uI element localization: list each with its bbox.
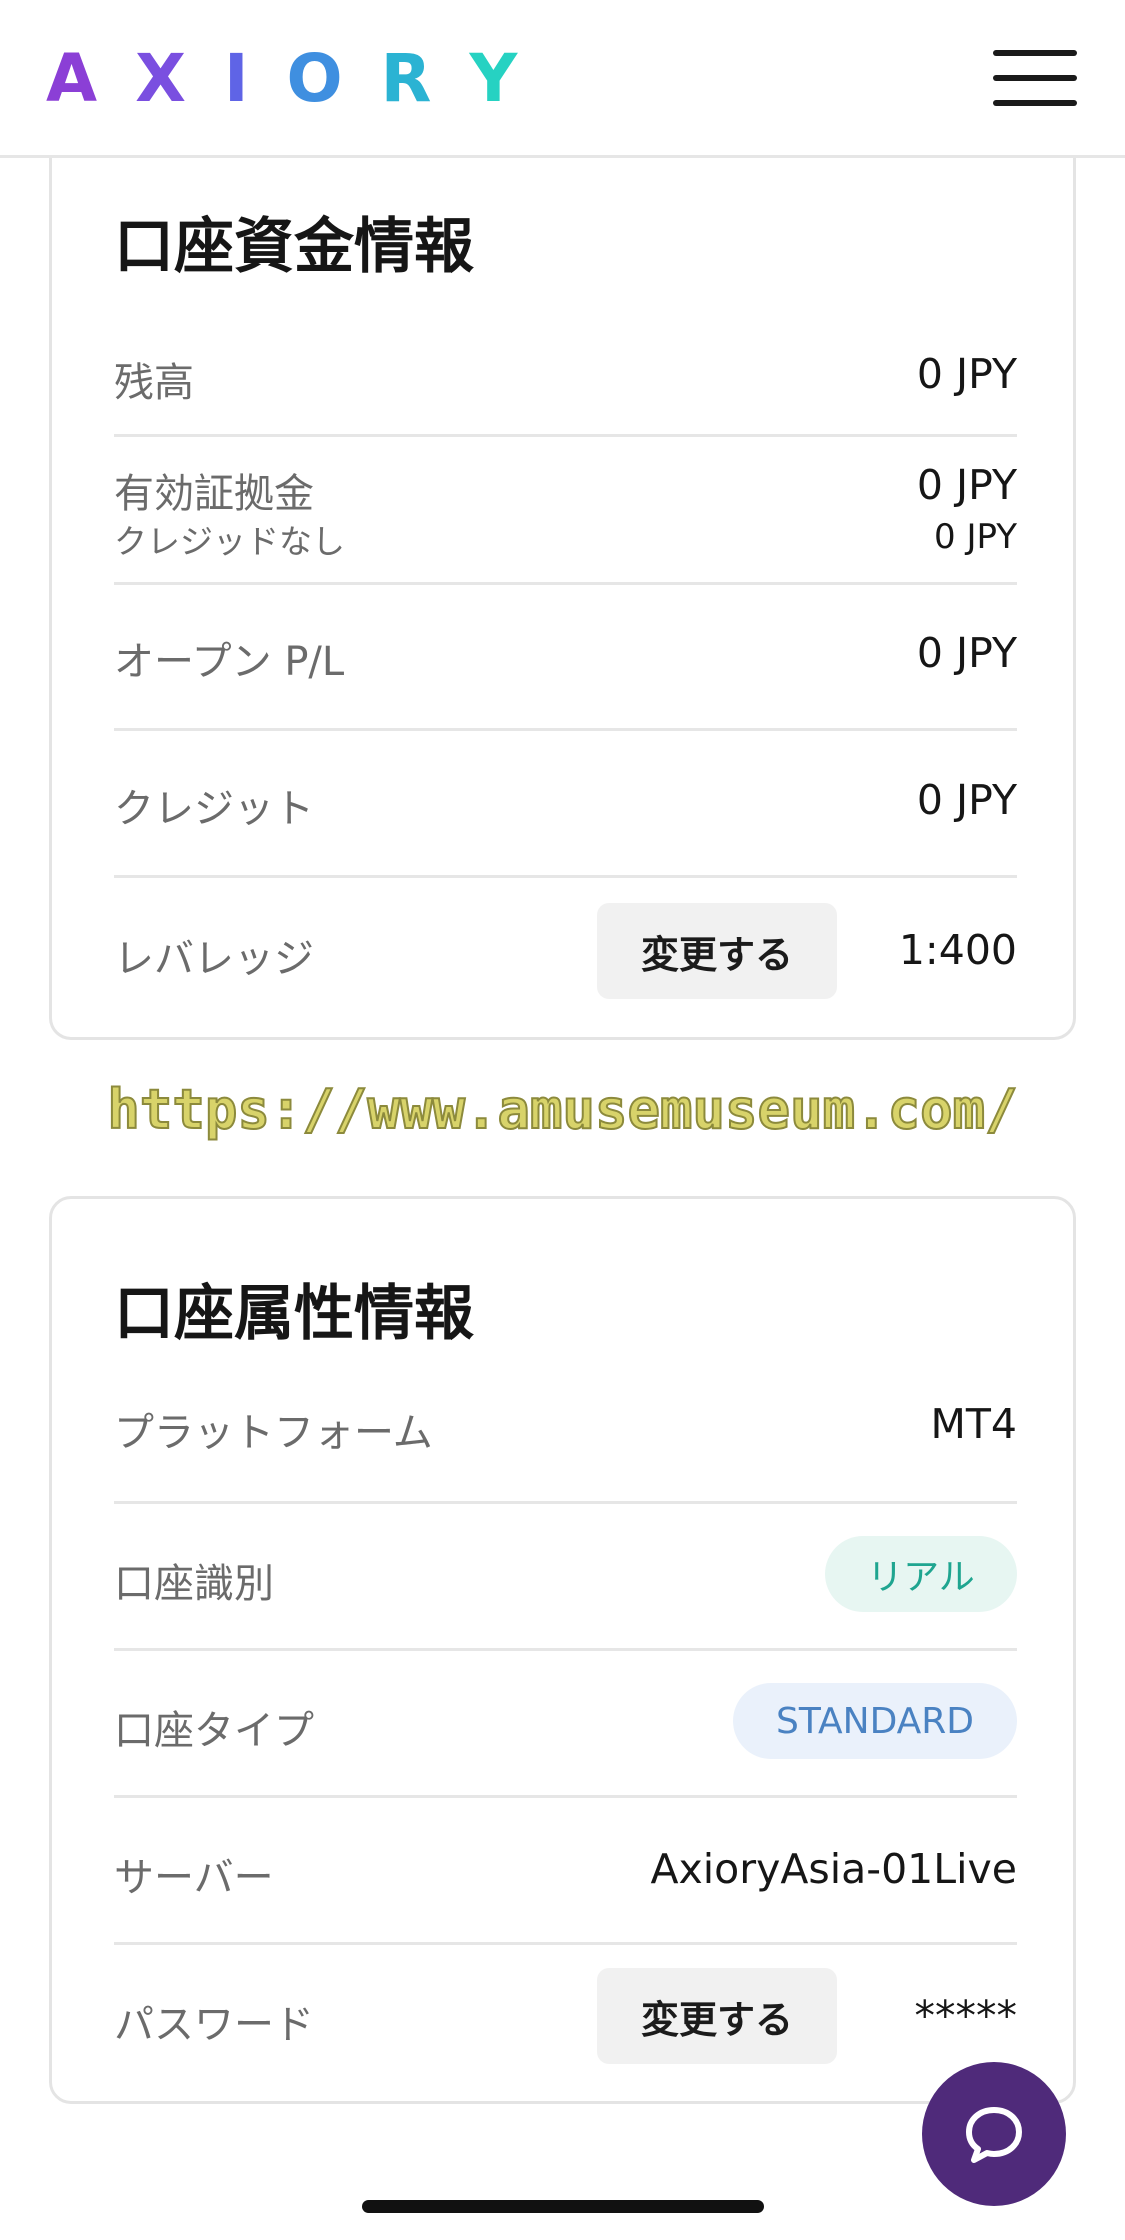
server-row: サーバー AxioryAsia-01Live bbox=[114, 1798, 1017, 1945]
account-type-badge: STANDARD bbox=[733, 1683, 1017, 1759]
logo-letter: Y bbox=[469, 40, 518, 117]
axiory-logo[interactable]: A X I O R Y bbox=[46, 42, 517, 116]
logo-letter: X bbox=[135, 40, 186, 117]
open-pl-label: オープン P/L bbox=[114, 639, 345, 685]
change-leverage-button[interactable]: 変更する bbox=[597, 903, 837, 999]
app-header: A X I O R Y bbox=[0, 0, 1125, 158]
logo-letter: O bbox=[286, 40, 343, 117]
server-label: サーバー bbox=[114, 1855, 274, 1901]
funds-card-title: 口座資金情報 bbox=[114, 212, 474, 282]
effective-margin-label: 有効証拠金 bbox=[114, 471, 314, 517]
leverage-label: レバレッジ bbox=[114, 936, 314, 982]
change-password-button[interactable]: 変更する bbox=[597, 1968, 837, 2064]
account-class-row: 口座識別 リアル bbox=[114, 1504, 1017, 1651]
account-type-row: 口座タイプ STANDARD bbox=[114, 1651, 1017, 1798]
password-value: ***** bbox=[914, 1992, 1018, 2040]
platform-value: MT4 bbox=[930, 1400, 1017, 1448]
leverage-value: 1:400 bbox=[898, 926, 1017, 974]
balance-row: 残高 0 JPY bbox=[114, 306, 1017, 437]
account-class-label: 口座識別 bbox=[114, 1561, 274, 1607]
balance-label: 残高 bbox=[114, 360, 194, 406]
attributes-card-title: 口座属性情報 bbox=[114, 1279, 474, 1349]
hamburger-menu-icon[interactable] bbox=[993, 50, 1077, 106]
chat-button[interactable] bbox=[922, 2062, 1066, 2206]
password-row: パスワード 変更する ***** bbox=[114, 1945, 1017, 2095]
account-funds-card: 口座資金情報 残高 0 JPY 有効証拠金 クレジッドなし 0 JPY 0 JP… bbox=[49, 120, 1076, 1040]
credit-value: 0 JPY bbox=[916, 776, 1017, 824]
account-attributes-card: 口座属性情報 プラットフォーム MT4 口座識別 リアル 口座タイプ STAND… bbox=[49, 1196, 1076, 2104]
server-value: AxioryAsia-01Live bbox=[650, 1845, 1017, 1893]
password-label: パスワード bbox=[114, 2002, 314, 2048]
balance-value: 0 JPY bbox=[916, 350, 1017, 398]
credit-row: クレジット 0 JPY bbox=[114, 731, 1017, 878]
effective-margin-row: 有効証拠金 クレジッドなし 0 JPY 0 JPY bbox=[114, 437, 1017, 585]
leverage-row: レバレッジ 変更する 1:400 bbox=[114, 878, 1017, 1028]
account-type-label: 口座タイプ bbox=[114, 1708, 314, 1754]
logo-letter: A bbox=[46, 40, 98, 117]
effective-margin-subvalue: 0 JPY bbox=[934, 517, 1017, 557]
open-pl-row: オープン P/L 0 JPY bbox=[114, 585, 1017, 731]
home-indicator bbox=[362, 2200, 764, 2213]
watermark-url: https://www.amusemuseum.com/ bbox=[106, 1077, 1018, 1142]
platform-row: プラットフォーム MT4 bbox=[114, 1365, 1017, 1504]
chat-bubble-icon bbox=[966, 2107, 1022, 2163]
effective-margin-value: 0 JPY bbox=[916, 461, 1017, 509]
effective-margin-sublabel: クレジッドなし bbox=[114, 522, 345, 561]
account-class-badge: リアル bbox=[825, 1536, 1017, 1612]
logo-letter: I bbox=[223, 40, 249, 117]
platform-label: プラットフォーム bbox=[114, 1410, 433, 1456]
credit-label: クレジット bbox=[114, 786, 314, 832]
open-pl-value: 0 JPY bbox=[916, 629, 1017, 677]
logo-letter: R bbox=[380, 40, 432, 117]
